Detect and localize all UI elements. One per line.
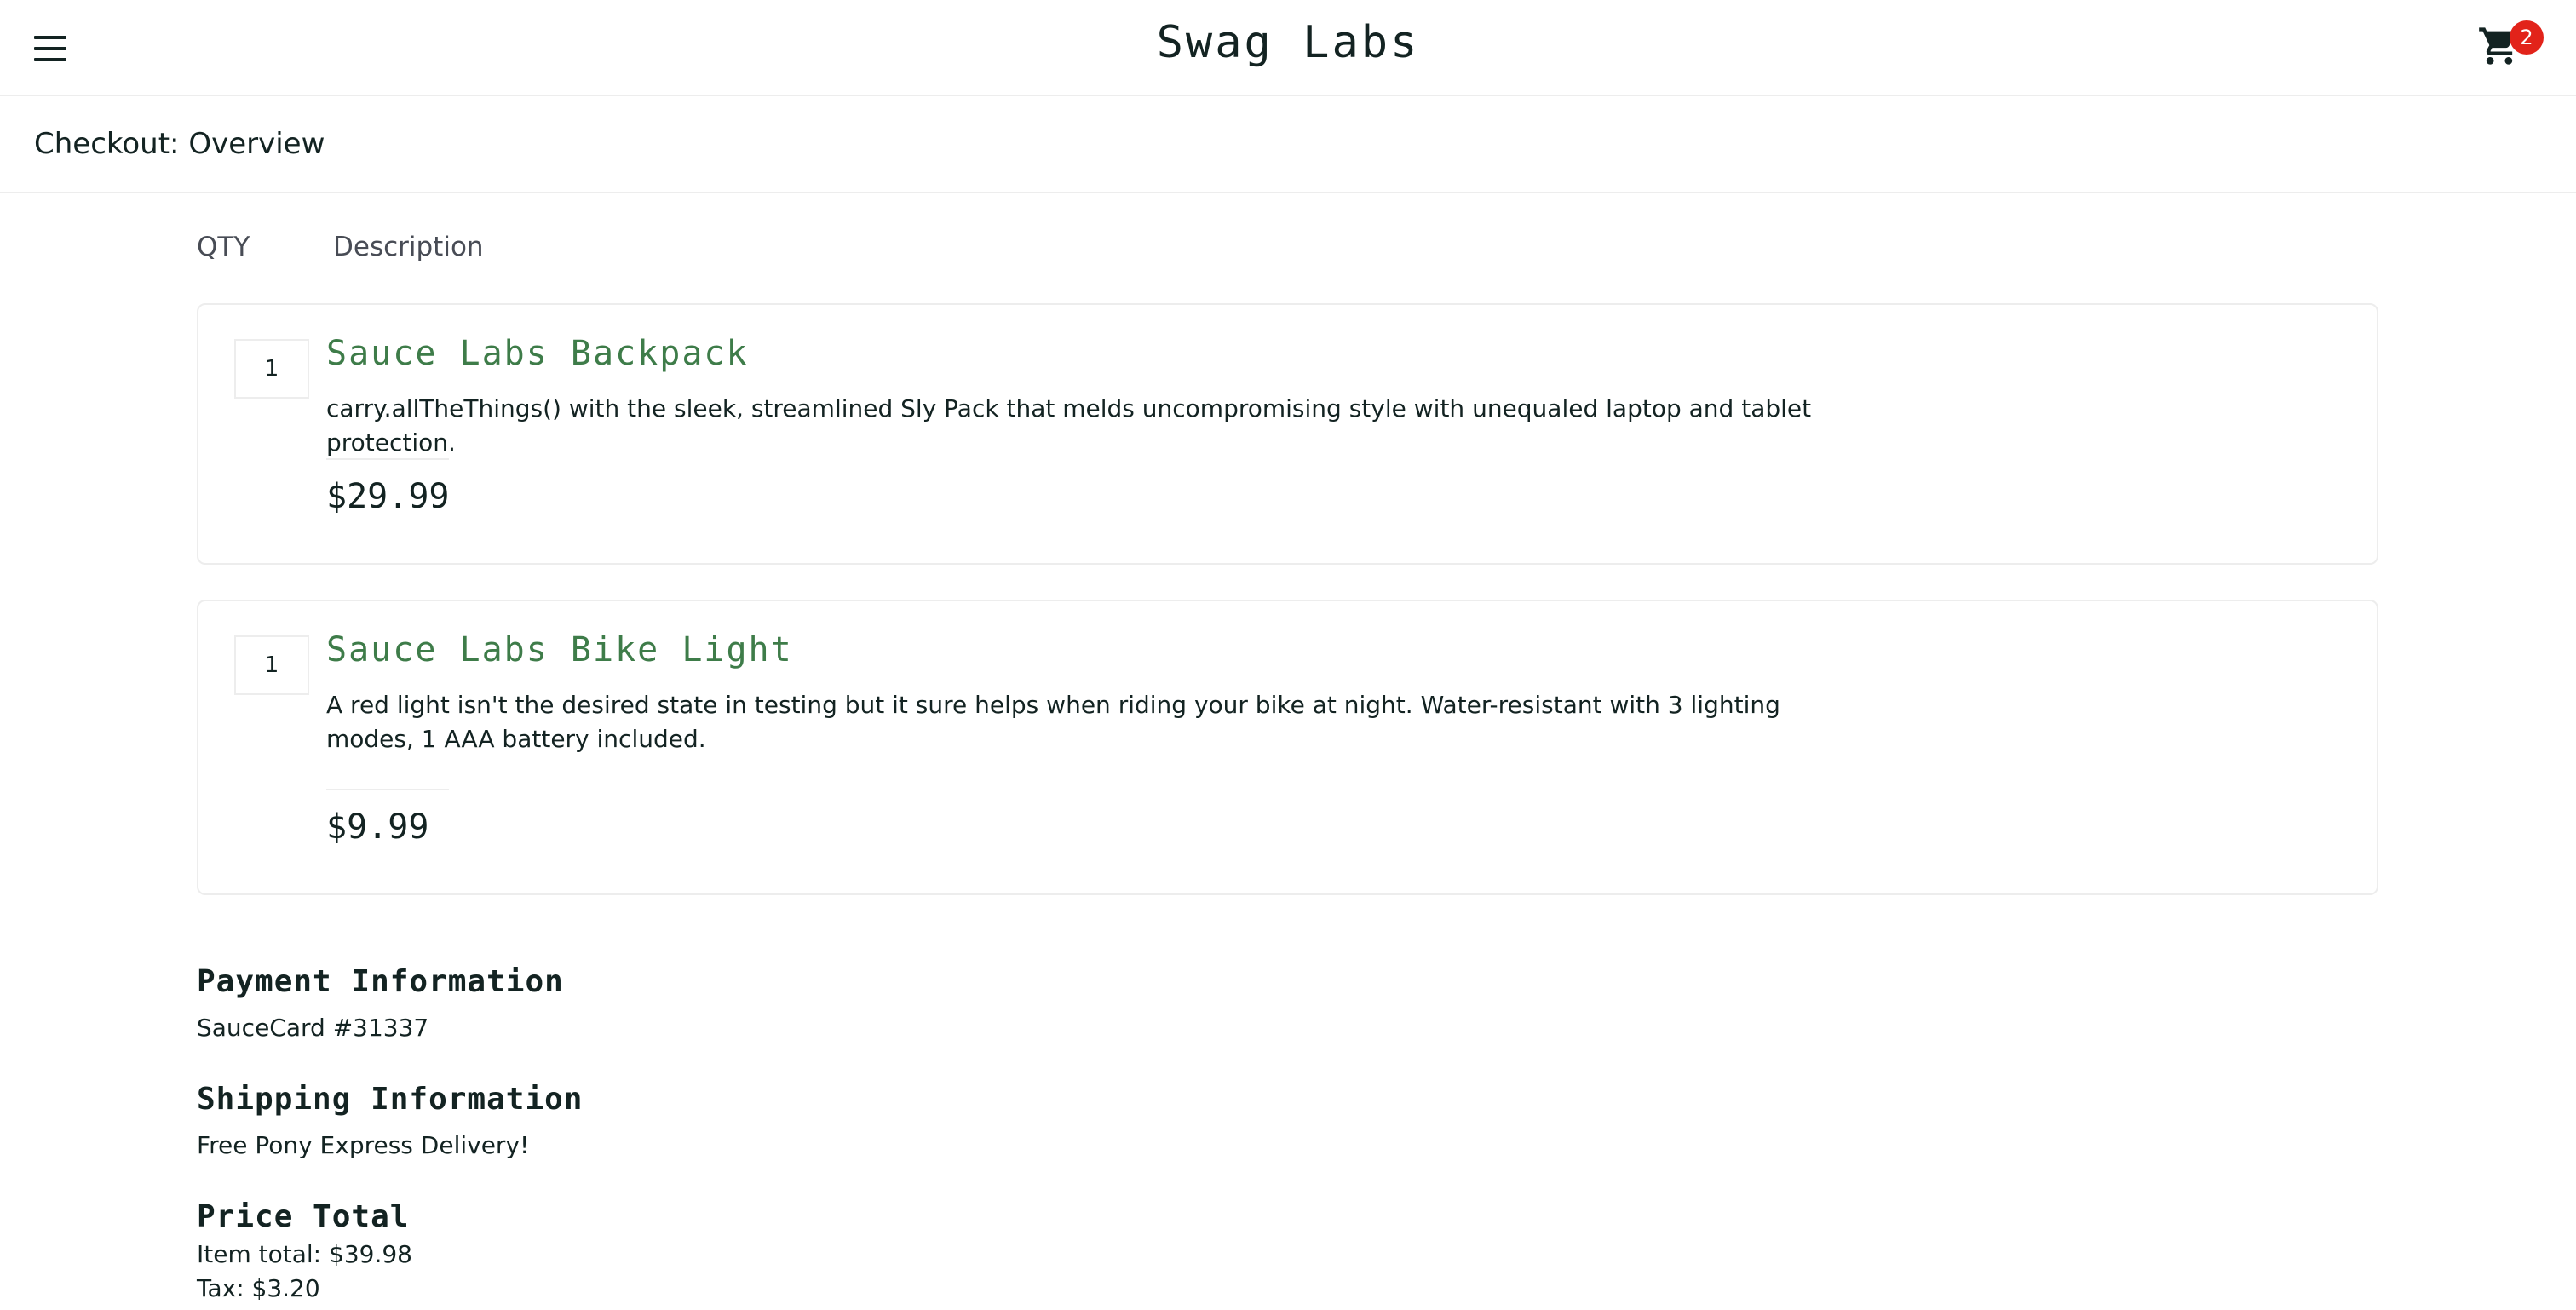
- payment-info-value: SauceCard #31337: [197, 1014, 429, 1042]
- item-name-link[interactable]: Sauce Labs Backpack: [326, 334, 749, 373]
- cart-item: 1 Sauce Labs Backpack carry.allTheThings…: [197, 303, 2378, 565]
- price-divider: [326, 789, 449, 790]
- app-logo: Swag Labs: [1156, 17, 1420, 68]
- page-title: Checkout: Overview: [34, 127, 325, 161]
- item-price: $9.99: [326, 807, 429, 847]
- item-quantity: 1: [234, 339, 309, 399]
- item-price: $29.99: [326, 477, 450, 516]
- tax-amount: Tax: $3.20: [197, 1274, 320, 1302]
- primary-header: Swag Labs 2: [0, 0, 2576, 96]
- item-quantity: 1: [234, 635, 309, 695]
- description-column-label: Description: [333, 232, 484, 262]
- shipping-info-label: Shipping Information: [197, 1082, 584, 1117]
- payment-info-label: Payment Information: [197, 964, 564, 999]
- secondary-header: Checkout: Overview: [0, 96, 2576, 193]
- cart-item: 1 Sauce Labs Bike Light A red light isn'…: [197, 600, 2378, 895]
- cart-badge: 2: [2510, 20, 2544, 55]
- item-description: A red light isn't the desired state in t…: [326, 691, 1780, 753]
- price-divider: [326, 458, 449, 460]
- item-description: carry.allTheThings() with the sleek, str…: [326, 394, 1812, 457]
- price-total-label: Price Total: [197, 1199, 410, 1234]
- item-name-link[interactable]: Sauce Labs Bike Light: [326, 630, 793, 669]
- shipping-info-value: Free Pony Express Delivery!: [197, 1131, 530, 1159]
- shopping-cart-link[interactable]: 2: [2477, 20, 2544, 77]
- qty-column-label: QTY: [197, 232, 250, 262]
- item-total: Item total: $39.98: [197, 1240, 412, 1268]
